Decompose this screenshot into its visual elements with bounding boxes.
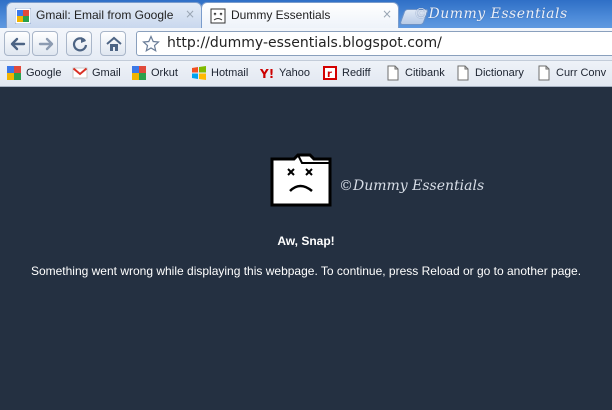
sad-page-icon [210,8,226,24]
bookmark-label: Orkut [151,67,178,79]
yahoo-icon: Y! [259,67,274,81]
back-arrow-icon [10,37,26,51]
home-button[interactable] [100,31,126,56]
error-title: Aw, Snap! [277,234,335,248]
tab-strip: Gmail: Email from Google × Dummy Essenti… [0,0,612,28]
reload-icon [72,37,88,52]
url-text: http://dummy-essentials.blogspot.com/ [167,35,442,51]
svg-text:Y!: Y! [259,67,274,81]
page-icon [538,65,550,81]
bookmark-label: Curr Conv [556,67,607,79]
tab-title: Gmail: Email from Google [36,8,174,22]
bookmarks-bar: Google Gmail Orkut Hotmail Y! Yahoo r Re… [0,61,612,87]
bookmark-label: Hotmail [211,67,249,79]
watermark-text: ©Dummy Essentials [339,178,485,194]
home-icon [106,36,122,51]
bookmark-label: Rediff [342,67,371,79]
gmail-icon [72,67,88,79]
orkut-icon [132,66,146,80]
tab-close-icon[interactable]: × [185,7,195,21]
back-button[interactable] [4,31,30,56]
google-icon [7,66,21,80]
toolbar: http://dummy-essentials.blogspot.com/ [0,28,612,61]
bookmark-label: Dictionary [475,67,524,79]
address-bar[interactable]: http://dummy-essentials.blogspot.com/ [136,31,612,56]
tab-gmail[interactable]: Gmail: Email from Google × [6,2,202,28]
error-page: ©Dummy Essentials Aw, Snap! Something we… [0,87,612,410]
error-message: Something went wrong while displaying th… [30,264,582,278]
tab-dummy-essentials[interactable]: Dummy Essentials × [201,2,399,28]
tab-close-icon[interactable]: × [382,7,392,21]
bookmark-star-icon[interactable] [142,35,160,53]
bookmark-label: Citibank [405,67,445,79]
google-icon [15,8,31,24]
rediff-icon: r [323,66,337,80]
forward-arrow-icon [38,37,54,51]
reload-button[interactable] [66,31,92,56]
bookmark-label: Gmail [92,67,121,79]
sad-tab-icon [270,153,332,207]
forward-button[interactable] [32,31,58,56]
bookmark-label: Google [26,67,62,79]
svg-text:r: r [327,69,332,80]
tab-title: Dummy Essentials [231,8,331,22]
windows-icon [192,66,206,80]
page-icon [457,65,469,81]
page-icon [387,65,399,81]
bookmark-label: Yahoo [279,67,310,79]
watermark-text: ©Dummy Essentials [414,6,568,22]
